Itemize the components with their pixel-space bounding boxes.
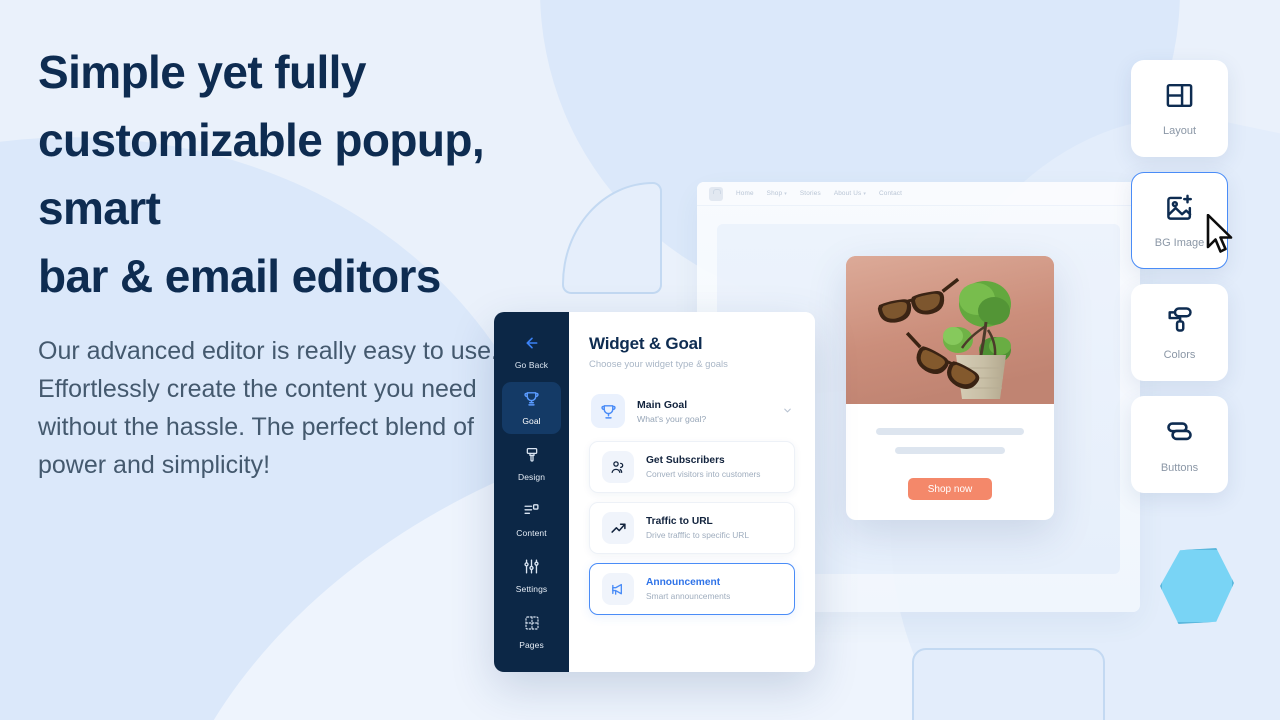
sidebar-item-go-back[interactable]: Go Back xyxy=(502,326,561,378)
popup-product-image xyxy=(846,256,1054,404)
option-text: Traffic to URL Drive trafffic to specifi… xyxy=(646,516,749,540)
layout-icon xyxy=(1164,80,1195,116)
option-title: Get Subscribers xyxy=(646,455,725,466)
main-goal-row[interactable]: Main Goal What's your goal? xyxy=(589,390,795,432)
tool-card-label: Buttons xyxy=(1160,462,1199,474)
option-desc: Convert visitors into customers xyxy=(646,469,761,479)
option-card-announcement[interactable]: Announcement Smart announcements xyxy=(589,563,795,615)
arrow-left-icon xyxy=(524,335,540,356)
sidebar-label: Content xyxy=(516,528,547,538)
quarter-circle-shape xyxy=(562,182,662,294)
paint-roller-icon xyxy=(1164,304,1195,340)
nav-label: Shop xyxy=(766,190,783,197)
nav-item-shop[interactable]: Shop ▾ xyxy=(767,190,787,197)
option-title: Traffic to URL xyxy=(646,516,713,527)
editor-subtitle: Choose your widget type & goals xyxy=(589,359,728,370)
nav-item-about-us[interactable]: About Us ▾ xyxy=(834,190,866,197)
sidebar-label: Pages xyxy=(519,639,544,650)
chevron-down-icon: ▾ xyxy=(784,190,787,197)
chevron-down-icon[interactable] xyxy=(782,405,793,418)
sidebar-item-content[interactable]: Content xyxy=(502,494,561,546)
editor-main: Widget & Goal Choose your widget type & … xyxy=(569,312,815,672)
tool-card-label: Layout xyxy=(1162,125,1197,137)
option-desc: Smart announcements xyxy=(646,591,731,601)
option-card-traffic-to-url[interactable]: Traffic to URL Drive trafffic to specifi… xyxy=(589,502,795,554)
main-goal-text: Main Goal What's your goal? xyxy=(637,399,770,424)
option-card-get-subscribers[interactable]: Get Subscribers Convert visitors into cu… xyxy=(589,441,795,493)
sidebar-label: Goal xyxy=(522,416,541,426)
buttons-icon xyxy=(1163,415,1196,453)
sidebar-item-design[interactable]: Design xyxy=(502,438,561,490)
trophy-icon xyxy=(523,390,540,412)
users-icon xyxy=(602,451,634,483)
sidebar-item-pages[interactable]: Pages xyxy=(502,606,561,658)
editor-sidebar: Go Back Goal Design Content Settings Pag… xyxy=(494,312,569,672)
tool-card-buttons[interactable]: Buttons xyxy=(1131,396,1228,493)
hero-description: Our advanced editor is really easy to us… xyxy=(38,337,498,479)
option-desc: Drive trafffic to specific URL xyxy=(646,530,750,540)
nav-item-stories[interactable]: Stories xyxy=(800,190,821,197)
shop-now-button[interactable]: Shop now xyxy=(908,478,992,500)
sliders-icon xyxy=(523,558,540,580)
trophy-icon xyxy=(591,394,625,428)
sidebar-item-settings[interactable]: Settings xyxy=(502,550,561,602)
option-title: Announcement xyxy=(646,577,721,588)
main-goal-desc: What's your goal? xyxy=(637,413,707,424)
nav-item-contact[interactable]: Contact xyxy=(879,190,902,197)
grid-dots-icon xyxy=(524,615,540,636)
image-plus-icon xyxy=(1164,192,1195,228)
popup-preview-card: Shop now xyxy=(846,256,1054,520)
sidebar-label: Go Back xyxy=(514,359,549,370)
chevron-down-icon: ▾ xyxy=(863,190,866,197)
tool-card-label: Colors xyxy=(1163,349,1196,361)
main-goal-title: Main Goal xyxy=(637,398,688,411)
hero-copy: Simple yet fully customizable popup, sma… xyxy=(38,38,508,484)
megaphone-icon xyxy=(602,573,634,605)
editor-panel: Go Back Goal Design Content Settings Pag… xyxy=(494,312,815,672)
tool-card-bg-image[interactable]: BG Image xyxy=(1131,172,1228,269)
option-text: Get Subscribers Convert visitors into cu… xyxy=(646,455,761,479)
nav-label: Home xyxy=(736,190,754,197)
editor-title: Widget & Goal xyxy=(589,334,703,353)
paintbrush-icon xyxy=(524,447,540,468)
tool-card-layout[interactable]: Layout xyxy=(1131,60,1228,157)
tool-cards-panel: Layout BG Image Colors Buttons xyxy=(1131,60,1228,493)
page-title: Simple yet fully customizable popup, sma… xyxy=(38,46,485,302)
sidebar-label: Design xyxy=(517,471,546,482)
sidebar-label: Settings xyxy=(515,584,548,594)
sidebar-item-goal[interactable]: Goal xyxy=(502,382,561,434)
trending-up-icon xyxy=(602,512,634,544)
rounded-rect-shape xyxy=(912,648,1105,720)
tool-card-colors[interactable]: Colors xyxy=(1131,284,1228,381)
popup-headline-placeholder xyxy=(876,428,1024,435)
content-layout-icon xyxy=(523,502,540,524)
browser-navbar: Home Shop ▾ Stories About Us ▾ Contact xyxy=(697,182,1140,206)
tool-card-label: BG Image xyxy=(1154,237,1205,249)
nav-label: About Us xyxy=(833,190,862,197)
nav-item-home[interactable]: Home xyxy=(736,190,754,197)
bag-icon xyxy=(709,186,723,201)
popup-body: Shop now xyxy=(846,404,1054,516)
option-text: Announcement Smart announcements xyxy=(646,577,730,601)
popup-subtext-placeholder xyxy=(895,447,1005,454)
nav-label: Contact xyxy=(878,190,903,197)
nav-label: Stories xyxy=(799,190,821,197)
